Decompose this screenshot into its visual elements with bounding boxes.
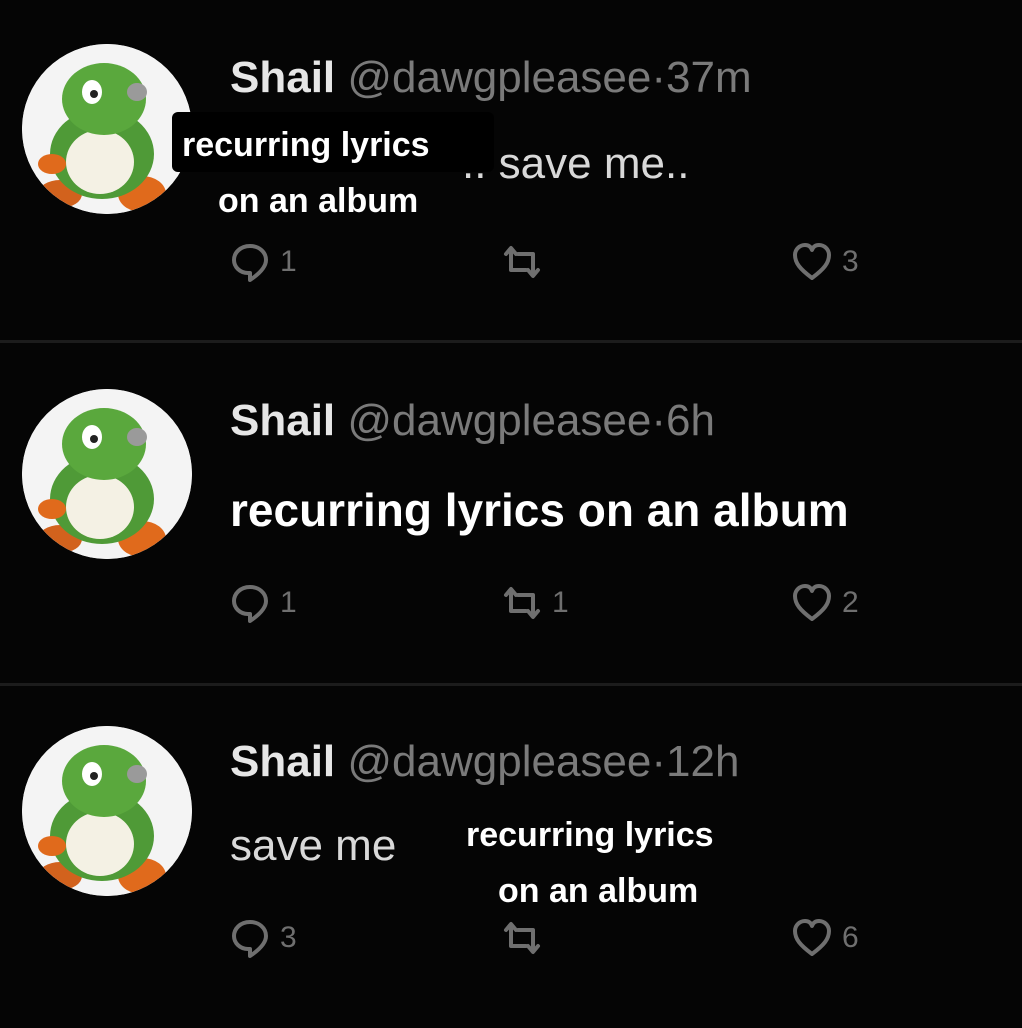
reply-bubble-icon <box>232 244 268 282</box>
caption-line-2: on an album <box>218 182 419 220</box>
author-name[interactable]: Shail <box>230 737 335 786</box>
caption-line-1: recurring lyrics <box>466 816 714 854</box>
retweet-icon <box>504 922 540 954</box>
like-button[interactable]: 3 <box>790 240 859 284</box>
tweet-2[interactable]: Shail @dawgpleasee·6h recurring lyrics o… <box>0 343 1022 683</box>
reply-bubble-icon <box>232 585 268 623</box>
yoshi-avatar-icon[interactable] <box>22 44 192 214</box>
heart-icon <box>793 243 831 280</box>
heart-icon <box>793 584 831 621</box>
tweet-1[interactable]: Shail @dawgpleasee·37m .. save me.. recu… <box>0 0 1022 340</box>
retweet-button[interactable] <box>500 240 552 284</box>
retweet-button[interactable] <box>500 916 552 960</box>
reply-count: 3 <box>280 921 297 954</box>
timestamp[interactable]: 12h <box>666 737 739 786</box>
reply-bubble-icon <box>232 920 268 958</box>
heart-icon <box>793 919 831 956</box>
reply-button[interactable]: 1 <box>228 240 297 284</box>
author-name[interactable]: Shail <box>230 396 335 445</box>
reply-button[interactable]: 3 <box>228 916 297 960</box>
separator: · <box>651 737 667 786</box>
tweet-header: Shail @dawgpleasee·37m <box>230 56 752 100</box>
like-count: 6 <box>842 921 859 954</box>
reply-count: 1 <box>280 586 297 619</box>
tweet-text: save me <box>230 821 397 870</box>
retweet-icon <box>504 587 540 619</box>
retweet-icon <box>504 246 540 278</box>
caption-line-1: recurring lyrics <box>182 126 430 164</box>
author-handle[interactable]: @dawgpleasee <box>347 737 651 786</box>
reply-count: 1 <box>280 245 297 278</box>
like-count: 3 <box>842 245 859 278</box>
tweet-text: .. save me.. <box>462 139 690 188</box>
yoshi-avatar-icon[interactable] <box>22 726 192 896</box>
timestamp[interactable]: 6h <box>666 396 715 445</box>
like-count: 2 <box>842 586 859 619</box>
reply-button[interactable]: 1 <box>228 581 297 625</box>
retweet-count: 1 <box>552 586 569 619</box>
yoshi-avatar-icon[interactable] <box>22 389 192 559</box>
author-handle[interactable]: @dawgpleasee <box>347 396 651 445</box>
separator: · <box>651 53 667 102</box>
author-name[interactable]: Shail <box>230 53 335 102</box>
tweet-text: recurring lyrics on an album <box>230 484 849 536</box>
caption-line-2: on an album <box>498 872 699 910</box>
author-handle[interactable]: @dawgpleasee <box>347 53 651 102</box>
tweet-3[interactable]: Shail @dawgpleasee·12h save me recurring… <box>0 686 1022 1028</box>
like-button[interactable]: 2 <box>790 581 859 625</box>
retweet-button[interactable]: 1 <box>500 581 569 625</box>
like-button[interactable]: 6 <box>790 916 859 960</box>
separator: · <box>651 396 667 445</box>
tweet-header: Shail @dawgpleasee·6h <box>230 399 715 443</box>
timestamp[interactable]: 37m <box>666 53 752 102</box>
tweet-header: Shail @dawgpleasee·12h <box>230 740 739 784</box>
